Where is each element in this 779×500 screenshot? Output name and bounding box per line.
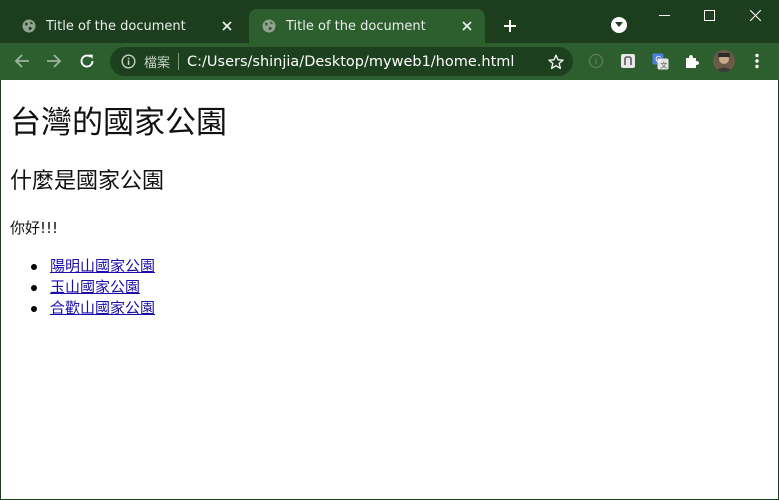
window-minimize-button[interactable] [641, 0, 687, 30]
tab-active[interactable]: Title of the document [249, 9, 485, 43]
extension-page-icon[interactable] [615, 48, 641, 74]
reload-icon[interactable] [74, 48, 100, 74]
omnibox-divider [178, 53, 180, 70]
page-subheading: 什麼是國家公園 [10, 169, 165, 194]
park-link-hehuanshan[interactable]: 合歡山國家公園 [50, 299, 155, 317]
extension-info-icon[interactable] [583, 48, 609, 74]
globe-icon [262, 19, 276, 33]
info-icon[interactable] [120, 54, 136, 70]
page-heading: 台灣的國家公園 [10, 105, 227, 141]
park-link-yangmingshan[interactable]: 陽明山國家公園 [50, 257, 155, 275]
list-item: 合歡山國家公園 [31, 298, 155, 319]
avatar[interactable] [711, 48, 737, 74]
globe-icon [22, 19, 36, 33]
address-bar[interactable]: 檔案 C:/Users/shinjia/Desktop/myweb1/home.… [110, 47, 573, 76]
page-viewport: 台灣的國家公園 什麼是國家公園 你好!!! 陽明山國家公園 玉山國家公園 合歡山… [0, 80, 779, 500]
window-maximize-button[interactable] [686, 0, 732, 30]
park-link-list: 陽明山國家公園 玉山國家公園 合歡山國家公園 [31, 256, 155, 319]
list-item: 玉山國家公園 [31, 277, 155, 298]
bookmark-star-icon[interactable] [547, 53, 564, 70]
browser-titlebar: Title of the document Title of the docum… [0, 0, 779, 43]
tab-title: Title of the document [286, 18, 426, 34]
tab-search-icon[interactable] [611, 17, 627, 33]
window-close-button[interactable] [732, 0, 778, 30]
tab-close-icon[interactable] [458, 17, 476, 35]
svg-text:文: 文 [660, 60, 667, 69]
tab-title: Title of the document [46, 18, 186, 34]
google-translate-icon[interactable]: G 文 [647, 48, 673, 74]
tab-close-icon[interactable] [218, 17, 236, 35]
security-label: 檔案 [144, 56, 171, 71]
browser-toolbar: 檔案 C:/Users/shinjia/Desktop/myweb1/home.… [0, 43, 779, 80]
forward-arrow-icon[interactable] [41, 48, 67, 74]
tab-inactive[interactable]: Title of the document [9, 9, 245, 43]
page-paragraph: 你好!!! [10, 219, 59, 237]
new-tab-button[interactable] [499, 15, 521, 37]
puzzle-icon[interactable] [679, 48, 705, 74]
kebab-menu-icon[interactable] [744, 48, 770, 74]
list-item: 陽明山國家公園 [31, 256, 155, 277]
park-link-yushan[interactable]: 玉山國家公園 [50, 278, 140, 296]
back-arrow-icon[interactable] [9, 48, 35, 74]
url-text[interactable]: C:/Users/shinjia/Desktop/myweb1/home.htm… [187, 54, 514, 70]
